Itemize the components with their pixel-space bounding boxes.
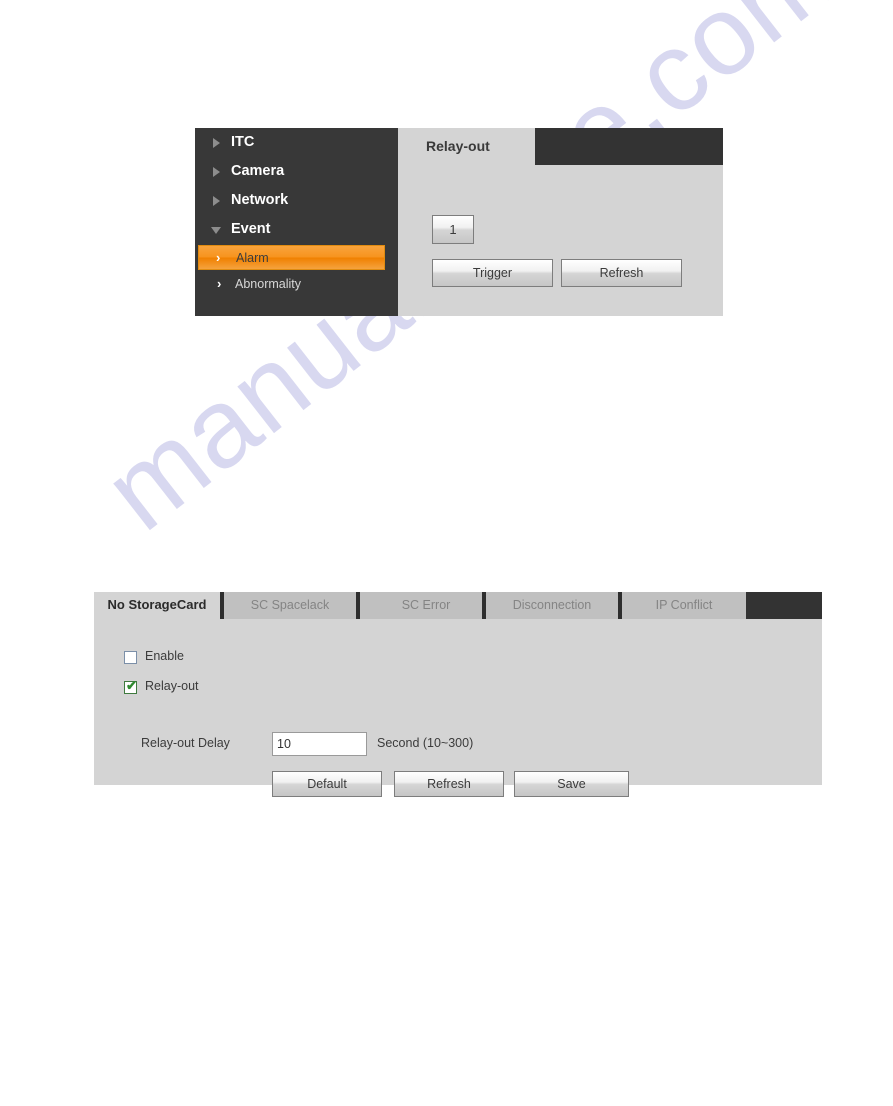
sidebar-item-camera[interactable]: Camera	[195, 157, 398, 186]
enable-checkbox[interactable]	[124, 651, 137, 664]
default-button[interactable]: Default	[272, 771, 382, 797]
refresh-button[interactable]: Refresh	[561, 259, 682, 287]
sidebar-item-abnormality[interactable]: › Abnormality	[195, 271, 398, 297]
tab-relay-out[interactable]: Relay-out	[398, 128, 535, 165]
sidebar-item-label: Network	[231, 192, 289, 208]
sidebar-item-label: Event	[231, 221, 271, 237]
sidebar-item-label: Alarm	[236, 251, 269, 265]
triangle-right-icon	[213, 196, 220, 206]
relay-out-content-area: Relay-out 1 Trigger Refresh	[398, 128, 723, 316]
sidebar-item-label: Abnormality	[235, 277, 301, 291]
abnormality-body: Enable ✔ Relay-out Relay-out Delay Secon…	[94, 619, 822, 797]
check-mark-icon: ✔	[126, 678, 137, 693]
relay-out-delay-input[interactable]	[272, 732, 367, 756]
relay-out-tab-strip: Relay-out	[398, 128, 723, 165]
tab-label: Relay-out	[426, 138, 490, 154]
relay-out-delay-row: Relay-out Delay Second (10~300)	[94, 732, 822, 756]
sidebar-item-event[interactable]: Event	[195, 215, 398, 244]
chevron-right-icon: ›	[217, 276, 222, 291]
sidebar-item-label: Camera	[231, 163, 285, 179]
relay-out-delay-label: Relay-out Delay	[141, 736, 230, 750]
relay-out-body: 1 Trigger Refresh	[398, 165, 723, 316]
enable-label: Enable	[145, 649, 184, 663]
save-button[interactable]: Save	[514, 771, 629, 797]
tab-disconnection[interactable]: Disconnection	[486, 592, 618, 619]
relay-out-delay-unit: Second (10~300)	[377, 736, 474, 750]
sidebar-item-network[interactable]: Network	[195, 186, 398, 215]
tab-sc-spacelack[interactable]: SC Spacelack	[224, 592, 356, 619]
navigation-sidebar: ITC Camera Network Event › Alarm › Abnor…	[195, 128, 398, 316]
relay-channel-1-button[interactable]: 1	[432, 215, 474, 244]
abnormality-settings-panel: No StorageCard SC Spacelack SC Error Dis…	[94, 592, 822, 797]
triangle-right-icon	[213, 167, 220, 177]
triangle-right-icon	[213, 138, 220, 148]
tab-sc-error[interactable]: SC Error	[360, 592, 492, 619]
sidebar-item-itc[interactable]: ITC	[195, 128, 398, 157]
tab-ip-conflict[interactable]: IP Conflict	[622, 592, 746, 619]
trigger-button[interactable]: Trigger	[432, 259, 553, 287]
abnormality-tab-bar: No StorageCard SC Spacelack SC Error Dis…	[94, 592, 822, 619]
refresh-button[interactable]: Refresh	[394, 771, 504, 797]
chevron-right-icon: ›	[216, 249, 221, 265]
relay-out-settings-panel: ITC Camera Network Event › Alarm › Abnor…	[195, 128, 723, 316]
relay-out-label: Relay-out	[145, 679, 199, 693]
triangle-down-icon	[211, 227, 221, 234]
relay-out-checkbox[interactable]: ✔	[124, 678, 137, 694]
sidebar-item-label: ITC	[231, 134, 255, 150]
tab-no-storagecard[interactable]: No StorageCard	[94, 592, 220, 619]
sidebar-item-alarm[interactable]: › Alarm	[198, 245, 385, 270]
